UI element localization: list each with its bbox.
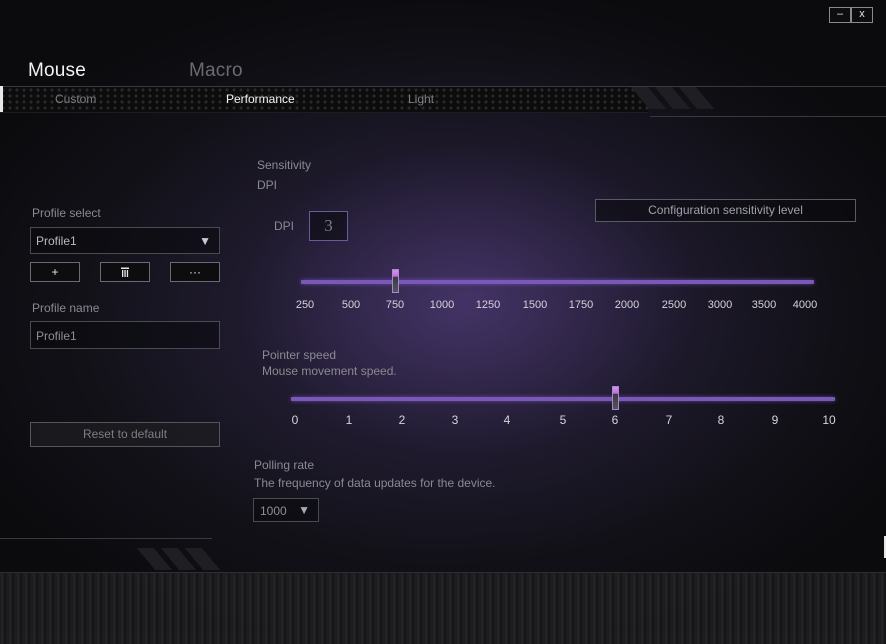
tab-bar-edge [0,86,3,112]
polling-rate-description: The frequency of data updates for the de… [254,476,496,490]
dpi-tick-label: 750 [385,299,405,311]
dpi-tick-label: 2000 [614,299,640,311]
more-label: ··· [189,265,201,279]
tab-mouse[interactable]: Mouse [28,60,86,82]
add-profile-button[interactable]: + [30,262,80,282]
pointer-tick-label: 8 [717,413,725,427]
config-label: Configuration sensitivity level [648,203,803,217]
pointer-speed-description: Mouse movement speed. [262,364,397,378]
tab-light[interactable]: Light [408,92,434,106]
dpi-tick-label: 1500 [522,299,548,311]
pointer-tick-label: 9 [771,413,779,427]
pointer-tick-label: 5 [559,413,567,427]
chevron-down-icon: ▼ [199,234,211,248]
trash-icon [121,267,129,277]
profile-select-dropdown[interactable]: Profile1 ▼ [30,227,220,254]
dpi-tick-label: 500 [341,299,361,311]
dpi-slider-track[interactable] [301,280,814,284]
dpi-tick-label: 250 [295,299,315,311]
tab-performance[interactable]: Performance [226,92,295,106]
dpi-label: DPI [274,219,295,233]
dpi-tick-label: 3000 [707,299,733,311]
close-button[interactable]: x [851,7,873,23]
pointer-tick-label: 0 [291,413,299,427]
polling-rate-dropdown[interactable]: 1000 ▼ [253,498,319,522]
profile-name-value: Profile1 [36,329,77,343]
dpi-tick-label: 1750 [568,299,594,311]
more-options-button[interactable]: ··· [170,262,220,282]
dpi-slider-thumb[interactable] [392,269,399,293]
pointer-speed-slider-track[interactable] [291,397,835,401]
divider [0,538,212,539]
dpi-level-box[interactable]: 3 [309,211,348,241]
pointer-tick-label: 3 [451,413,459,427]
pointer-speed-slider-thumb[interactable] [612,386,619,410]
pointer-speed-title: Pointer speed [262,348,337,362]
reset-label: Reset to default [82,427,168,441]
sub-tab-bar [0,86,648,113]
dpi-tick-label: 1250 [475,299,501,311]
dpi-tick-label: 3500 [751,299,777,311]
pointer-tick-label: 6 [611,413,619,427]
tab-macro[interactable]: Macro [189,60,243,82]
bottom-band [0,572,886,644]
delete-profile-button[interactable] [100,262,150,282]
tab-custom[interactable]: Custom [55,92,96,106]
pointer-tick-label: 10 [822,413,836,427]
reset-to-default-button[interactable]: Reset to default [30,422,220,447]
polling-rate-value: 1000 [260,504,287,518]
minimize-button[interactable]: – [829,7,851,23]
pointer-tick-label: 2 [398,413,406,427]
pointer-tick-label: 1 [345,413,353,427]
divider [0,572,886,573]
profile-name-label: Profile name [32,301,100,315]
divider [650,116,886,117]
dpi-tick-label: 2500 [661,299,687,311]
plus-label: + [51,265,59,279]
chevron-down-icon: ▼ [298,503,310,517]
polling-rate-title: Polling rate [254,458,315,472]
app-window: – x Mouse Macro Custom Performance Light… [0,0,886,644]
profile-select-label: Profile select [32,206,101,220]
profile-select-value: Profile1 [36,234,77,248]
dpi-tick-label: 4000 [792,299,818,311]
pointer-tick-label: 4 [503,413,511,427]
sensitivity-title: Sensitivity [257,158,312,172]
sensitivity-subtitle: DPI [257,178,278,192]
configuration-sensitivity-button[interactable]: Configuration sensitivity level [595,199,856,222]
dpi-tick-label: 1000 [429,299,455,311]
pointer-tick-label: 7 [665,413,673,427]
dpi-level-value: 3 [324,216,333,235]
profile-name-input[interactable]: Profile1 [30,321,220,349]
